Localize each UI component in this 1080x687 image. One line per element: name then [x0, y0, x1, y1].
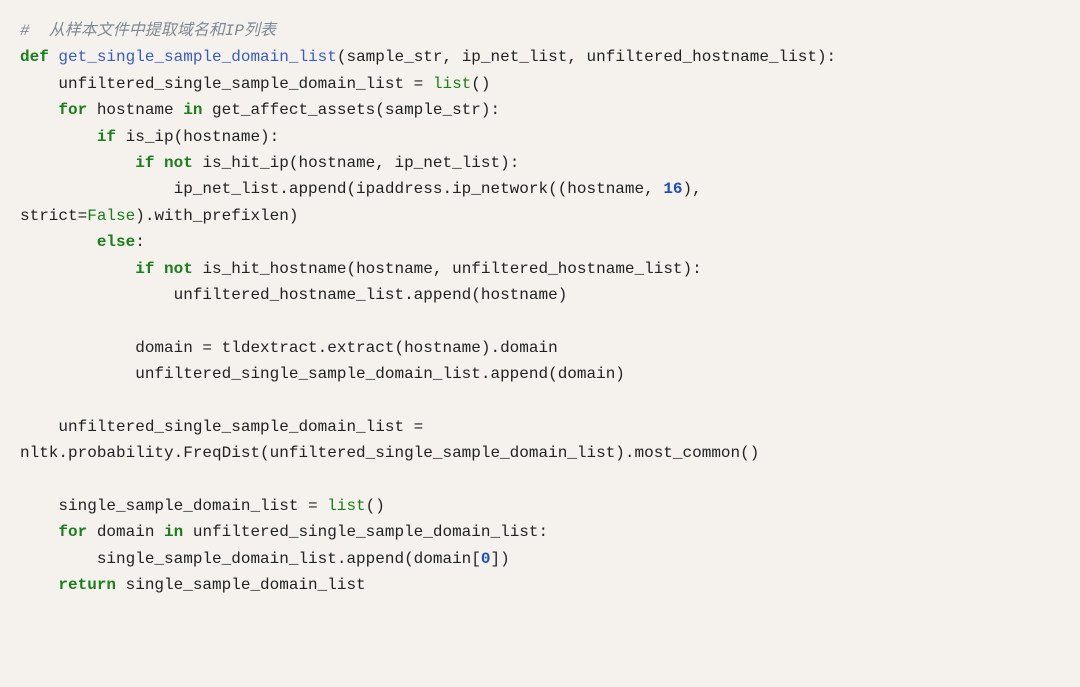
code-token: not [164, 154, 193, 172]
code-token: single_sample_domain_list [116, 576, 366, 594]
code-token: not [164, 260, 193, 278]
code-token [20, 101, 58, 119]
code-line [20, 467, 1060, 493]
code-token: () [366, 497, 385, 515]
code-token: get_single_sample_domain_list [58, 48, 336, 66]
code-token: : [135, 233, 145, 251]
code-line: for domain in unfiltered_single_sample_d… [20, 519, 1060, 545]
code-token: else [97, 233, 135, 251]
code-line: else: [20, 229, 1060, 255]
code-token: in [183, 101, 202, 119]
code-token: strict= [20, 207, 87, 225]
code-token: (sample_str, ip_net_list, unfiltered_hos… [337, 48, 836, 66]
code-token: domain = tldextract.extract(hostname).do… [20, 339, 558, 357]
code-token: for [58, 101, 87, 119]
code-line: domain = tldextract.extract(hostname).do… [20, 335, 1060, 361]
code-token: is_hit_hostname(hostname, unfiltered_hos… [193, 260, 702, 278]
code-line: ip_net_list.append(ipaddress.ip_network(… [20, 176, 1060, 202]
code-line: def get_single_sample_domain_list(sample… [20, 44, 1060, 70]
code-token: False [87, 207, 135, 225]
code-token: # 从样本文件中提取域名和IP列表 [20, 22, 276, 40]
code-line: unfiltered_hostname_list.append(hostname… [20, 282, 1060, 308]
code-token [49, 48, 59, 66]
code-token: if [135, 260, 154, 278]
code-token: () [471, 75, 490, 93]
code-line: single_sample_domain_list = list() [20, 493, 1060, 519]
code-line: for hostname in get_affect_assets(sample… [20, 97, 1060, 123]
code-block: # 从样本文件中提取域名和IP列表 def get_single_sample_d… [0, 0, 1080, 617]
code-token: single_sample_domain_list.append(domain[ [20, 550, 481, 568]
code-token: get_affect_assets(sample_str): [202, 101, 500, 119]
code-token [20, 576, 58, 594]
code-token: nltk.probability.FreqDist(unfiltered_sin… [20, 444, 759, 462]
code-token: ]) [490, 550, 509, 568]
code-line: strict=False).with_prefixlen) [20, 203, 1060, 229]
code-line: return single_sample_domain_list [20, 572, 1060, 598]
code-token [154, 154, 164, 172]
code-token: unfiltered_hostname_list.append(hostname… [20, 286, 567, 304]
code-line: nltk.probability.FreqDist(unfiltered_sin… [20, 440, 1060, 466]
code-token: if [97, 128, 116, 146]
code-line [20, 387, 1060, 413]
code-line: # 从样本文件中提取域名和IP列表 [20, 18, 1060, 44]
code-token [20, 154, 135, 172]
code-token: hostname [87, 101, 183, 119]
code-token: list [433, 75, 471, 93]
code-token [20, 260, 135, 278]
code-token: for [58, 523, 87, 541]
code-line: if is_ip(hostname): [20, 124, 1060, 150]
code-token: def [20, 48, 49, 66]
code-token: unfiltered_single_sample_domain_list.app… [20, 365, 625, 383]
code-token [20, 128, 97, 146]
code-line: unfiltered_single_sample_domain_list = l… [20, 71, 1060, 97]
code-token [20, 523, 58, 541]
code-token: single_sample_domain_list = [20, 497, 327, 515]
code-token: is_ip(hostname): [116, 128, 279, 146]
code-line: if not is_hit_ip(hostname, ip_net_list): [20, 150, 1060, 176]
code-token: unfiltered_single_sample_domain_list = [20, 75, 433, 93]
code-line: if not is_hit_hostname(hostname, unfilte… [20, 256, 1060, 282]
code-line: unfiltered_single_sample_domain_list = [20, 414, 1060, 440]
code-token: return [58, 576, 116, 594]
code-token: in [164, 523, 183, 541]
code-line: single_sample_domain_list.append(domain[… [20, 546, 1060, 572]
code-token: 16 [663, 180, 682, 198]
code-token: list [327, 497, 365, 515]
code-token: ).with_prefixlen) [135, 207, 298, 225]
code-token: ), [683, 180, 712, 198]
code-token [154, 260, 164, 278]
code-token: unfiltered_single_sample_domain_list = [20, 418, 433, 436]
code-token: ip_net_list.append(ipaddress.ip_network(… [20, 180, 663, 198]
code-line [20, 308, 1060, 334]
code-line: unfiltered_single_sample_domain_list.app… [20, 361, 1060, 387]
code-token: if [135, 154, 154, 172]
code-token: is_hit_ip(hostname, ip_net_list): [193, 154, 519, 172]
code-token [20, 233, 97, 251]
code-token: domain [87, 523, 164, 541]
code-token: unfiltered_single_sample_domain_list: [183, 523, 548, 541]
